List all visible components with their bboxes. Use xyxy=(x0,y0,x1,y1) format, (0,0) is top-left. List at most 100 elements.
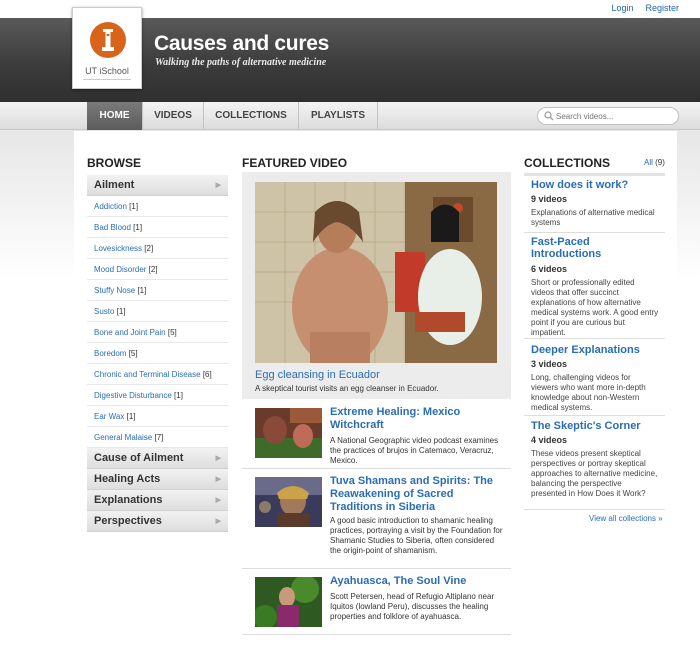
category-label: Perspectives xyxy=(94,515,162,527)
video-thumbnail[interactable] xyxy=(255,577,322,627)
ailment-item[interactable]: General Malaise [7] xyxy=(87,427,228,448)
ailment-count: [5] xyxy=(167,328,177,337)
ailment-item[interactable]: Bone and Joint Pain [5] xyxy=(87,322,228,343)
collection-count: 4 videos xyxy=(531,435,568,445)
category-label: Explanations xyxy=(94,494,163,506)
video-item: Tuva Shamans and Spirits: The Reawakenin… xyxy=(242,475,511,569)
ailment-label: General Malaise xyxy=(94,433,153,442)
video-title[interactable]: Extreme Healing: Mexico Witchcraft xyxy=(330,406,505,432)
category-label: Cause of Ailment xyxy=(94,452,184,464)
tower-icon xyxy=(90,22,126,58)
ailment-label: Lovesickness xyxy=(94,244,143,253)
video-description: A National Geographic video podcast exam… xyxy=(330,436,499,465)
nav-home[interactable]: HOME xyxy=(87,102,143,130)
video-item: Extreme Healing: Mexico Witchcraft A Nat… xyxy=(242,406,511,469)
ailment-label: Addiction xyxy=(94,202,127,211)
nav-collections[interactable]: COLLECTIONS xyxy=(204,102,299,130)
login-link[interactable]: Login xyxy=(611,3,633,13)
collection-count: 6 videos xyxy=(531,264,568,274)
collection-description: Long, challenging videos for viewers who… xyxy=(531,373,646,412)
category-explanations[interactable]: Explanations ▶ xyxy=(87,490,228,511)
ailment-label: Digestive Disturbance xyxy=(94,391,172,400)
ailment-item[interactable]: Addiction [1] xyxy=(87,196,228,217)
search-input[interactable] xyxy=(556,110,674,123)
nav-videos[interactable]: VIDEOS xyxy=(143,102,204,130)
all-collections-link[interactable]: All (9) xyxy=(644,158,665,167)
ailment-label: Bone and Joint Pain xyxy=(94,328,166,337)
ailment-count: [1] xyxy=(126,412,136,421)
logo-underline xyxy=(83,79,131,80)
ailment-label: Bad Blood xyxy=(94,223,131,232)
ailment-count: [7] xyxy=(154,433,164,442)
arrow-right-icon: ▶ xyxy=(215,476,221,483)
arrow-right-icon: ▶ xyxy=(215,497,221,504)
search-icon xyxy=(544,111,554,121)
video-item: Ayahuasca, The Soul Vine Scott Petersen,… xyxy=(242,575,511,635)
category-healing-acts[interactable]: Healing Acts ▶ xyxy=(87,469,228,490)
collection-description: Short or professionally edited videos th… xyxy=(531,278,659,337)
collection-item: The Skeptic's Corner 4 videos These vide… xyxy=(524,420,665,510)
video-thumbnail[interactable] xyxy=(255,477,322,527)
ailment-item[interactable]: Boredom [5] xyxy=(87,343,228,364)
ailment-count: [1] xyxy=(133,223,143,232)
ailment-count: [1] xyxy=(129,202,139,211)
featured-video-title[interactable]: Egg cleansing in Ecuador xyxy=(255,369,380,381)
collections-heading: COLLECTIONS xyxy=(524,156,610,170)
main-nav: HOME VIDEOS COLLECTIONS PLAYLISTS xyxy=(0,102,700,130)
all-label: All xyxy=(644,158,653,167)
video-description: Scott Petersen, head of Refugio Altiplan… xyxy=(330,592,495,621)
category-label: Healing Acts xyxy=(94,473,161,485)
ailment-count: [1] xyxy=(116,307,126,316)
nav-playlists[interactable]: PLAYLISTS xyxy=(299,102,378,130)
video-thumbnail[interactable] xyxy=(255,408,322,458)
category-ailment[interactable]: Ailment ▶ xyxy=(87,175,228,196)
ailment-count: [5] xyxy=(128,349,138,358)
all-count: (9) xyxy=(655,158,665,167)
logo-text: UT iSchool xyxy=(85,66,129,76)
site-tagline: Walking the paths of alternative medicin… xyxy=(155,57,327,68)
collection-item: Fast-Paced Introductions 6 videos Short … xyxy=(524,236,665,339)
category-perspectives[interactable]: Perspectives ▶ xyxy=(87,511,228,532)
ailment-item[interactable]: Chronic and Terminal Disease [6] xyxy=(87,364,228,385)
collection-description: These videos present skeptical perspecti… xyxy=(531,449,658,498)
ailment-label: Chronic and Terminal Disease xyxy=(94,370,201,379)
ailment-count: [1] xyxy=(174,391,183,400)
view-all-collections-link[interactable]: View all collections » xyxy=(589,514,663,523)
logo[interactable]: UT iSchool xyxy=(72,7,142,89)
collection-description: Explanations of alternative medical syst… xyxy=(531,208,655,227)
site-title[interactable]: Causes and cures xyxy=(154,32,329,56)
ailment-item[interactable]: Bad Blood [1] xyxy=(87,217,228,238)
featured-heading: FEATURED VIDEO xyxy=(242,156,348,170)
collection-title[interactable]: Fast-Paced Introductions xyxy=(531,236,659,260)
arrow-right-icon: ▶ xyxy=(215,455,221,462)
ailment-label: Ear Wax xyxy=(94,412,125,421)
featured-video-thumbnail[interactable] xyxy=(255,182,497,363)
ailment-item[interactable]: Susto [1] xyxy=(87,301,228,322)
collection-item: Deeper Explanations 3 videos Long, chall… xyxy=(524,344,665,416)
video-title[interactable]: Ayahuasca, The Soul Vine xyxy=(330,575,505,588)
collection-title[interactable]: Deeper Explanations xyxy=(531,344,659,356)
arrow-right-icon: ▶ xyxy=(215,182,221,189)
ailment-item[interactable]: Stuffy Nose [1] xyxy=(87,280,228,301)
collection-title[interactable]: How does it work? xyxy=(531,179,659,191)
category-cause-of-ailment[interactable]: Cause of Ailment ▶ xyxy=(87,448,228,469)
ailment-item[interactable]: Digestive Disturbance [1] xyxy=(87,385,228,406)
search-box[interactable] xyxy=(537,107,679,125)
video-title[interactable]: Tuva Shamans and Spirits: The Reawakenin… xyxy=(330,475,505,514)
ailment-count: [1] xyxy=(137,286,147,295)
ailment-label: Boredom xyxy=(94,349,127,358)
ailment-item[interactable]: Lovesickness [2] xyxy=(87,238,228,259)
ailment-label: Stuffy Nose xyxy=(94,286,136,295)
collection-item: How does it work? 9 videos Explanations … xyxy=(524,179,665,233)
featured-video: Egg cleansing in Ecuador A skeptical tou… xyxy=(242,172,511,399)
collection-title[interactable]: The Skeptic's Corner xyxy=(531,420,659,432)
ailment-label: Mood Disorder xyxy=(94,265,147,274)
browse-panel: Ailment ▶ Addiction [1] Bad Blood [1] Lov… xyxy=(87,175,228,532)
collections-divider xyxy=(524,173,665,176)
ailment-item[interactable]: Ear Wax [1] xyxy=(87,406,228,427)
ailment-item[interactable]: Mood Disorder [2] xyxy=(87,259,228,280)
collection-count: 3 videos xyxy=(531,359,568,369)
ailment-label: Susto xyxy=(94,307,115,316)
account-links: Login Register xyxy=(611,3,679,13)
register-link[interactable]: Register xyxy=(645,3,679,13)
